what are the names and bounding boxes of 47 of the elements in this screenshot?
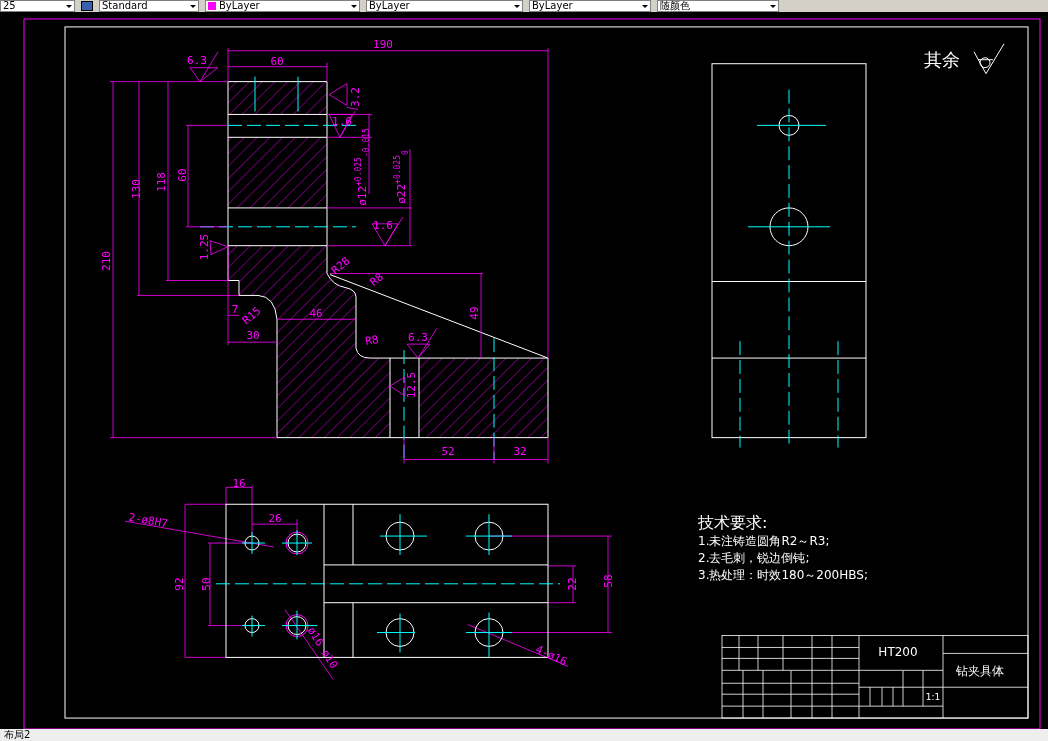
dimension-text: R28 <box>329 254 353 277</box>
dimension-text: 60 <box>270 55 284 68</box>
dimension-text: 22 <box>567 577 579 591</box>
dimension-text: 118 <box>156 172 168 192</box>
layout-tab[interactable]: 布局2 <box>0 729 35 741</box>
dimension-text: ø16 ø10 <box>304 625 340 672</box>
dimension-text: 58 <box>603 574 615 588</box>
dropdown[interactable]: ByLayer <box>366 0 523 12</box>
scale-text: 1:1 <box>925 692 941 703</box>
roughness-symbol-icon <box>973 43 1005 75</box>
text-style-icon[interactable] <box>81 1 93 11</box>
dimension-text: 3.2 <box>350 86 362 107</box>
part-name-text: 钻夹具体 <box>956 662 1004 680</box>
requirements-heading: 技术要求: <box>698 513 769 534</box>
dropdown[interactable]: 25 <box>0 0 75 12</box>
dimension-text: 60 <box>177 168 189 182</box>
dimension-text: R15 <box>240 305 264 328</box>
dimension-text: 26 <box>268 513 282 526</box>
dimension-text: 52 <box>441 445 455 458</box>
dimension-text: 6.3 <box>408 332 428 345</box>
dimension-text: 16 <box>232 478 246 491</box>
dropdown[interactable]: Standard <box>99 0 199 12</box>
dimension-text: 50 <box>201 577 213 591</box>
dimension-text: R8 <box>368 270 386 289</box>
dimension-text: 30 <box>246 330 260 343</box>
dimension-text: 49 <box>469 306 481 320</box>
dropdown[interactable]: ByLayer <box>529 0 651 12</box>
requirement-text: 1.未注铸造圆角R2～R3; <box>698 533 831 551</box>
dimension-text: 92 <box>174 577 186 591</box>
dimension-text: 190 <box>373 38 393 51</box>
dimension-text: 46 <box>309 308 323 321</box>
dimension-text: R8 <box>364 334 380 349</box>
dropdown[interactable]: ByLayer <box>205 0 360 12</box>
dimension-text: 1.6 <box>373 219 393 232</box>
dropdown[interactable]: 随颜色 <box>657 0 779 12</box>
dimension-text: 210 <box>101 250 113 271</box>
dimension-text: 1.25 <box>199 233 211 260</box>
dimension-text: 7 <box>231 304 239 317</box>
roughness-note: 其余 <box>924 47 960 72</box>
dimension-text: 6.3 <box>187 54 207 67</box>
dimension-text: 2-ø8H7 <box>127 511 169 531</box>
material-text: HT200 <box>878 645 918 660</box>
dimension-text: 130 <box>131 179 143 199</box>
requirement-text: 2.去毛刺，锐边倒钝; <box>698 550 811 568</box>
dimension-text: 12.5 <box>406 371 418 399</box>
dimension-text: 32 <box>513 445 527 458</box>
requirement-text: 3.热处理：时效180～200HBS; <box>698 567 868 585</box>
